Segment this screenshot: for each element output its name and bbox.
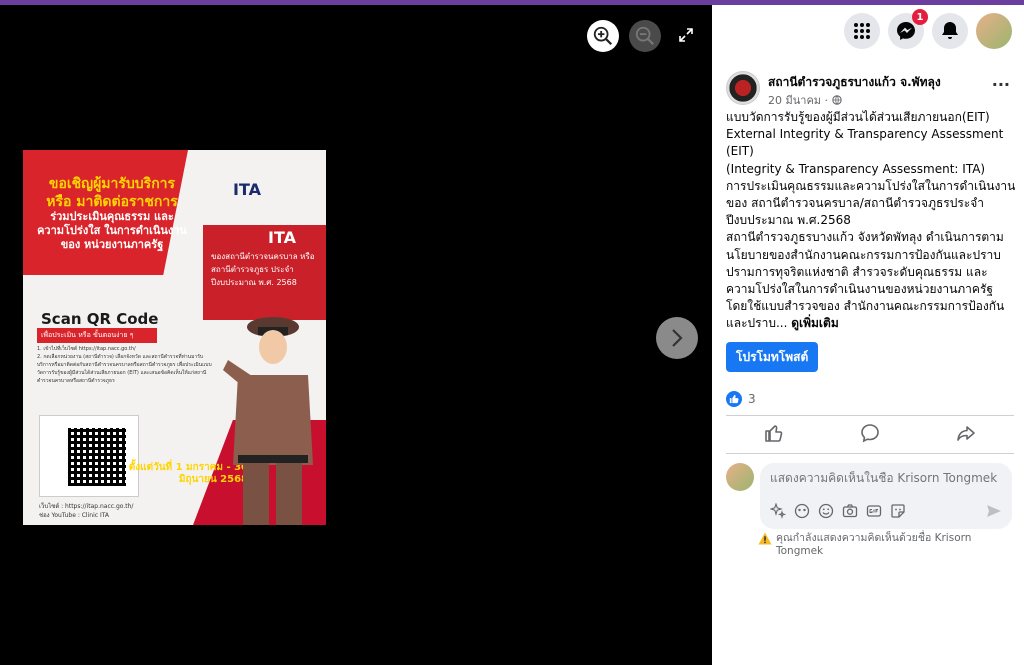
comment-button[interactable] — [860, 423, 880, 447]
divider — [726, 453, 1014, 454]
page-avatar[interactable] — [726, 71, 760, 105]
emoji-icon — [818, 503, 834, 519]
gif-icon — [866, 505, 882, 517]
comment-identity-text: คุณกำลังแสดงความคิดเห็นด้วยชื่อ Krisorn … — [776, 532, 972, 557]
emoji-button[interactable] — [818, 503, 834, 519]
bell-icon — [942, 22, 958, 39]
more-options-button[interactable]: ··· — [992, 75, 1010, 94]
zoom-out-icon — [635, 26, 655, 46]
poster-subtitle: ร่วมประเมินคุณธรรม และความโปร่งใส ในการด… — [37, 210, 187, 251]
page-name[interactable]: สถานีตำรวจภูธรบางแก้ว จ.พัทลุง — [768, 73, 941, 92]
poster-steps: 1. เข้าไปที่เว็บไซต์ https://itap.nacc.g… — [37, 346, 212, 384]
divider — [726, 415, 1014, 416]
see-more-link[interactable]: ดูเพิ่มเติม — [791, 316, 839, 330]
gif-button[interactable] — [866, 503, 882, 519]
messenger-icon — [897, 22, 915, 40]
reaction-summary[interactable]: 3 — [726, 391, 756, 407]
camera-icon — [842, 504, 858, 518]
like-reaction-icon — [726, 391, 742, 407]
poster-footer-web: เว็บไซต์ : https://itap.nacc.go.th/ — [39, 503, 134, 510]
post-text: แบบวัดการรับรู้ของผู้มีส่วนได้ส่วนเสียภา… — [726, 110, 1016, 331]
sticker-button[interactable] — [890, 503, 906, 519]
notification-badge: 1 — [912, 9, 928, 25]
grid-menu-icon — [854, 23, 870, 39]
post-actions — [726, 418, 1014, 452]
like-button[interactable] — [764, 423, 784, 447]
zoom-out-button[interactable] — [629, 20, 661, 52]
photo-button[interactable] — [842, 503, 858, 519]
photo-viewer: ขอเชิญผู้มารับบริการ หรือ มาติดต่อราชการ… — [0, 5, 712, 665]
comment-toolbar — [770, 503, 906, 519]
poster-footer: เว็บไซต์ : https://itap.nacc.go.th/ ช่อง… — [39, 502, 133, 520]
poster-footer-youtube: ช่อง YouTube : Clinic ITA — [39, 512, 110, 519]
police-officer-illustration — [223, 317, 313, 525]
chevron-right-icon — [672, 329, 683, 347]
notifications-button[interactable] — [932, 13, 968, 49]
avatar-face-icon — [794, 503, 810, 519]
send-button[interactable] — [986, 503, 1002, 523]
fullscreen-button[interactable] — [671, 20, 701, 50]
comment-icon — [861, 424, 879, 443]
post-date-text: 20 มีนาคม · — [768, 94, 829, 107]
menu-button[interactable] — [844, 13, 880, 49]
messenger-button[interactable]: 1 — [888, 9, 928, 49]
avatar-sticker-button[interactable] — [770, 503, 786, 519]
zoom-in-button[interactable] — [587, 20, 619, 52]
share-icon — [957, 426, 975, 441]
poster-title: ขอเชิญผู้มารับบริการ หรือ มาติดต่อราชการ — [46, 176, 178, 210]
send-icon — [987, 505, 1001, 517]
zoom-in-icon — [593, 26, 613, 46]
warning-icon — [758, 532, 772, 545]
ita-logo: ITA — [233, 180, 262, 199]
avatar-button[interactable] — [794, 503, 810, 519]
poster-qr-subtitle: เพื่อประเมิน หรือ ขั้นตอนง่าย ๆ — [37, 328, 157, 343]
post-timestamp[interactable]: 20 มีนาคม · — [768, 91, 842, 109]
promote-post-button[interactable]: โปรโมทโพสต์ — [726, 342, 819, 372]
comment-input[interactable] — [770, 471, 1002, 485]
poster-ita-subtitle: ของสถานีตำรวจนครบาล หรือสถานีตำรวจภูธร ป… — [211, 252, 315, 287]
thumbs-up-icon — [765, 425, 783, 442]
reaction-count: 3 — [748, 392, 756, 406]
sticker-icon — [891, 504, 905, 518]
comment-identity-notice: คุณกำลังแสดงความคิดเห็นด้วยชื่อ Krisorn … — [758, 532, 1008, 558]
profile-avatar[interactable] — [976, 13, 1012, 49]
commenter-avatar — [726, 463, 754, 491]
next-photo-button[interactable] — [656, 317, 698, 359]
expand-icon — [679, 28, 693, 42]
comment-box[interactable] — [760, 463, 1012, 529]
poster-ita-label: ITA — [268, 228, 297, 247]
share-button[interactable] — [956, 423, 976, 447]
poster-image: ขอเชิญผู้มารับบริการ หรือ มาติดต่อราชการ… — [23, 150, 326, 525]
post-header: สถานีตำรวจภูธรบางแก้ว จ.พัทลุง 20 มีนาคม… — [726, 71, 1016, 111]
sparkle-icon — [770, 503, 786, 519]
top-nav-icons: 1 — [844, 9, 1012, 49]
globe-icon — [831, 95, 842, 105]
post-sidebar: 1 สถานีตำรวจภูธรบางแก้ว จ.พัทลุง 20 มีนา… — [712, 5, 1024, 665]
poster-qr-title: Scan QR Code — [41, 310, 159, 328]
post-body: แบบวัดการรับรู้ของผู้มีส่วนได้ส่วนเสียภา… — [726, 109, 1016, 333]
